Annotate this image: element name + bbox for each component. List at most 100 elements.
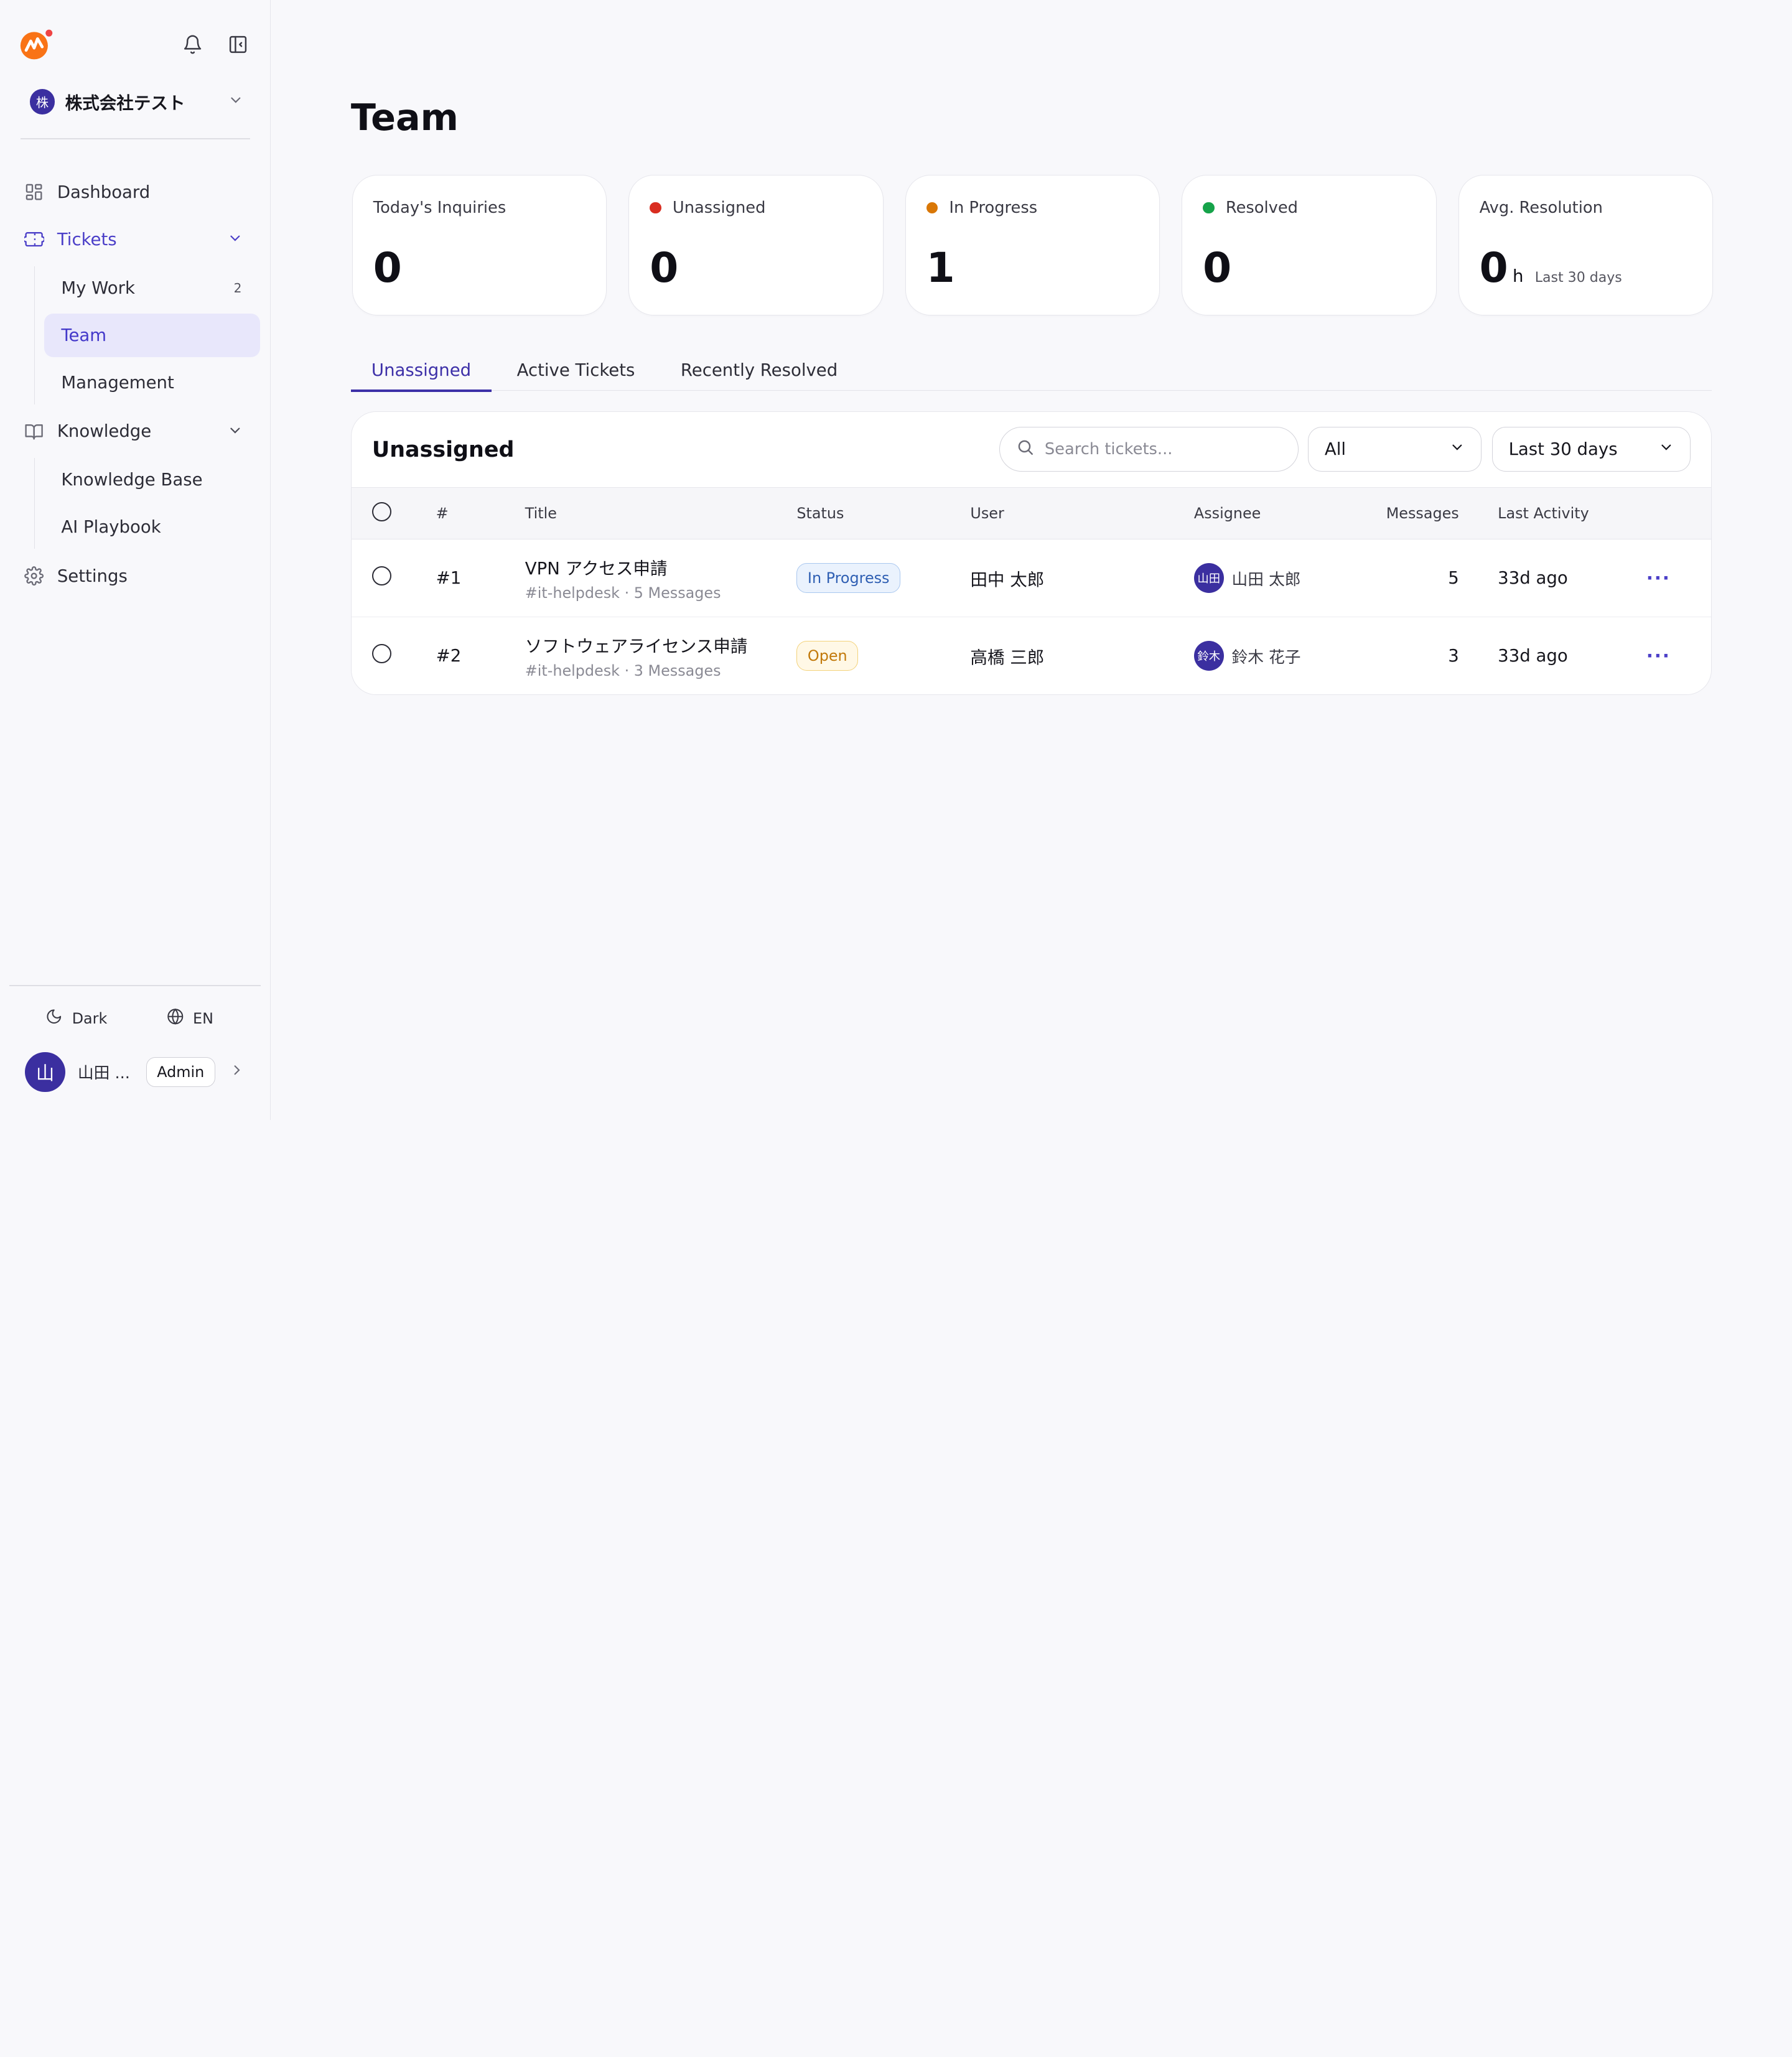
nav-item-management[interactable]: Management (44, 361, 260, 404)
stat-label-text: Today's Inquiries (373, 198, 506, 217)
status-dot-orange (926, 202, 938, 213)
table-row[interactable]: #2 ソフトウェアライセンス申請 #it-helpdesk · 3 Messag… (352, 617, 1712, 694)
stat-card-in-progress: In Progress 1 (905, 175, 1160, 315)
column-header-messages[interactable]: Messages (1354, 488, 1498, 539)
table-card-title: Unassigned (371, 437, 515, 462)
nav-item-team[interactable]: Team (44, 314, 260, 357)
assignee-name: 鈴木 花子 (1231, 648, 1301, 667)
tab-unassigned[interactable]: Unassigned (350, 350, 492, 392)
knowledge-submenu: Knowledge Base AI Playbook (34, 458, 270, 549)
nav-label-team: Team (61, 325, 107, 345)
date-range-value: Last 30 days (1508, 439, 1618, 459)
chevron-right-icon (229, 1061, 245, 1083)
stat-label-text: Resolved (1225, 198, 1298, 217)
message-count: 5 (1448, 568, 1459, 588)
stat-label-text: Unassigned (672, 198, 766, 217)
select-all-checkbox[interactable] (371, 501, 392, 521)
chevron-down-icon (1449, 439, 1465, 460)
user-menu[interactable]: 山 山田 ... Admin (25, 1052, 245, 1093)
nav-label-knowledge: Knowledge (57, 421, 152, 442)
stat-card-resolved: Resolved 0 (1182, 175, 1437, 315)
status-filter-select[interactable]: All (1308, 427, 1482, 472)
ticket-id: #1 (436, 568, 462, 588)
nav-item-tickets[interactable]: Tickets (0, 219, 270, 260)
row-checkbox[interactable] (371, 644, 392, 664)
column-header-last-activity[interactable]: Last Activity (1498, 488, 1646, 539)
sidebar-preferences: Dark EN (45, 1008, 213, 1029)
nav-item-ai-playbook[interactable]: AI Playbook (44, 506, 260, 549)
stat-label: Avg. Resolution (1480, 198, 1603, 217)
ticket-title[interactable]: VPN アクセス申請 (525, 554, 797, 579)
date-range-select[interactable]: Last 30 days (1491, 427, 1691, 472)
nav-item-dashboard[interactable]: Dashboard (0, 172, 270, 213)
sidebar-header (19, 27, 251, 62)
nav-item-knowledge-base[interactable]: Knowledge Base (44, 458, 260, 501)
status-badge: Open (796, 640, 859, 671)
stat-value: 0 h Last 30 days (1480, 244, 1622, 292)
app-logo-icon[interactable] (19, 27, 54, 62)
sidebar-footer-divider (9, 985, 261, 987)
nav-item-knowledge[interactable]: Knowledge (0, 411, 270, 452)
org-name: 株式会社テスト (65, 93, 185, 114)
column-header-title[interactable]: Title (525, 488, 797, 539)
ticket-assignee[interactable]: 山田 山田 太郎 (1193, 563, 1354, 593)
sidebar-divider (21, 138, 251, 140)
stat-label-text: Avg. Resolution (1479, 198, 1603, 217)
chevron-down-icon[interactable] (227, 422, 243, 443)
ticket-assignee[interactable]: 鈴木 鈴木 花子 (1193, 641, 1354, 671)
nav-label-tickets: Tickets (57, 229, 117, 250)
nav-label-management: Management (61, 373, 174, 393)
tab-recently-resolved[interactable]: Recently Resolved (660, 350, 858, 391)
more-actions-icon[interactable]: ··· (1646, 567, 1671, 589)
avatar: 山 (25, 1052, 65, 1092)
theme-toggle[interactable]: Dark (45, 1008, 107, 1029)
nav-label-knowledge-base: Knowledge Base (61, 470, 203, 490)
nav-label-ai-playbook: AI Playbook (61, 517, 161, 538)
stat-label: Today's Inquiries (373, 198, 506, 217)
ticket-meta: #it-helpdesk · 5 Messages (525, 584, 721, 602)
last-activity: 33d ago (1498, 646, 1568, 666)
row-checkbox[interactable] (371, 566, 392, 586)
stat-number: 0 (1479, 244, 1508, 292)
column-header-user[interactable]: User (970, 488, 1194, 539)
status-dot-red (650, 202, 661, 213)
column-header-status[interactable]: Status (796, 488, 970, 539)
sidebar-nav: Dashboard Tickets My Work 2 Team Managem… (0, 172, 270, 603)
search-icon (1016, 438, 1034, 460)
search-box (999, 427, 1299, 472)
stat-value: 0 (373, 244, 402, 292)
sidebar: 株 株式会社テスト Dashboard Tickets My Work 2 Te… (0, 0, 271, 1120)
stat-label: In Progress (926, 198, 1037, 217)
assignee-name: 山田 太郎 (1231, 570, 1301, 589)
collapse-sidebar-icon[interactable] (226, 32, 251, 57)
more-actions-icon[interactable]: ··· (1646, 645, 1671, 666)
nav-label-dashboard: Dashboard (57, 182, 151, 202)
stats-row: Today's Inquiries 0 Unassigned 0 In Prog… (352, 175, 1714, 315)
language-toggle[interactable]: EN (167, 1008, 213, 1029)
search-input[interactable] (1044, 439, 1274, 459)
stat-card-unassigned: Unassigned 0 (628, 175, 884, 315)
nav-item-settings[interactable]: Settings (0, 555, 270, 596)
org-switcher[interactable]: 株 株式会社テスト (19, 85, 251, 119)
table-row[interactable]: #1 VPN アクセス申請 #it-helpdesk · 5 Messages … (351, 539, 1712, 617)
stat-card-avg-resolution: Avg. Resolution 0 h Last 30 days (1458, 175, 1714, 315)
chevron-down-icon[interactable] (227, 230, 243, 251)
tab-active-tickets[interactable]: Active Tickets (497, 350, 656, 391)
message-count: 3 (1448, 646, 1459, 666)
last-activity: 33d ago (1498, 568, 1568, 588)
ticket-icon (24, 229, 45, 250)
bell-icon[interactable] (180, 32, 205, 57)
status-badge: In Progress (796, 562, 901, 594)
stat-unit: h (1512, 266, 1524, 287)
gear-icon (24, 566, 45, 586)
nav-label-my-work: My Work (61, 278, 135, 298)
ticket-id: #2 (436, 646, 462, 666)
column-header-assignee[interactable]: Assignee (1194, 488, 1354, 539)
nav-item-my-work[interactable]: My Work 2 (44, 266, 260, 310)
my-work-count-badge: 2 (233, 280, 242, 296)
ticket-title[interactable]: ソフトウェアライセンス申請 (525, 632, 797, 657)
ticket-meta: #it-helpdesk · 3 Messages (525, 661, 721, 679)
stat-label: Unassigned (650, 198, 765, 217)
user-name: 山田 ... (77, 1064, 130, 1083)
column-header-id[interactable]: # (436, 488, 525, 539)
